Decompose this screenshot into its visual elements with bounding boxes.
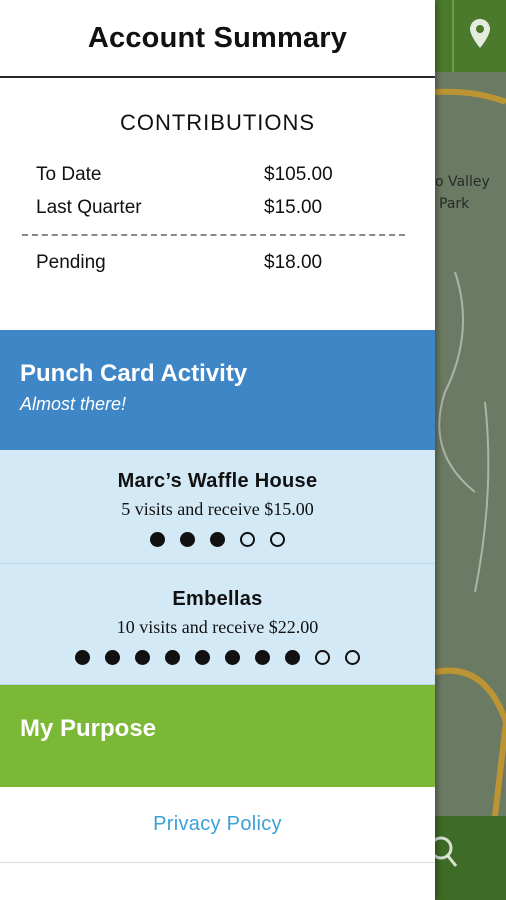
merchant-name: Embellas <box>172 588 263 610</box>
privacy-policy-link[interactable]: Privacy Policy <box>153 813 282 836</box>
visit-dot-empty <box>345 650 360 665</box>
drawer-header: Account Summary <box>0 0 435 78</box>
contribution-row-last-quarter: Last Quarter $15.00 <box>0 191 435 224</box>
reward-description: 5 visits and receive $15.00 <box>121 499 314 519</box>
visit-progress <box>0 532 435 547</box>
location-pin-icon[interactable] <box>469 18 491 55</box>
map-label: o Valley <box>435 174 490 190</box>
page-title: Account Summary <box>87 21 348 54</box>
contribution-value: $105.00 <box>264 163 333 185</box>
punch-card-item[interactable]: Marc’s Waffle House 5 visits and receive… <box>0 450 435 564</box>
visit-dot-filled <box>75 650 90 665</box>
toolbar-divider <box>452 0 454 72</box>
contribution-row-pending: Pending $18.00 <box>0 246 435 279</box>
visit-dot-filled <box>150 532 165 547</box>
punch-card-subtitle: Almost there! <box>20 394 127 414</box>
privacy-policy-row: Privacy Policy <box>0 787 435 863</box>
my-purpose-label: My Purpose <box>20 715 157 742</box>
visit-dot-empty <box>315 650 330 665</box>
visit-progress <box>0 650 435 665</box>
visit-dot-filled <box>285 650 300 665</box>
visit-dot-empty <box>270 532 285 547</box>
punch-card-item[interactable]: Embellas 10 visits and receive $22.00 <box>0 564 435 685</box>
visit-dot-filled <box>255 650 270 665</box>
pending-value: $18.00 <box>264 251 323 273</box>
map-label: Park <box>439 196 470 212</box>
map-bottom-bar <box>429 816 506 900</box>
contribution-label: To Date <box>36 163 102 185</box>
visit-dot-filled <box>210 532 225 547</box>
map-toolbar <box>435 0 506 72</box>
contribution-row-to-date: To Date $105.00 <box>0 158 435 191</box>
account-drawer: Account Summary CONTRIBUTIONS To Date $1… <box>0 0 435 900</box>
contribution-value: $15.00 <box>264 196 323 218</box>
visit-dot-filled <box>180 532 195 547</box>
visit-dot-empty <box>240 532 255 547</box>
visit-dot-filled <box>135 650 150 665</box>
dashed-divider <box>22 234 405 236</box>
punch-card-header[interactable]: Punch Card Activity Almost there! <box>0 330 435 450</box>
pending-label: Pending <box>36 251 106 273</box>
visit-dot-filled <box>105 650 120 665</box>
contributions-section: CONTRIBUTIONS To Date $105.00 Last Quart… <box>0 78 435 330</box>
visit-dot-filled <box>165 650 180 665</box>
map-view[interactable]: o Valley Park <box>435 72 506 816</box>
visit-dot-filled <box>225 650 240 665</box>
contribution-label: Last Quarter <box>36 196 142 218</box>
merchant-name: Marc’s Waffle House <box>117 470 318 492</box>
punch-card-title: Punch Card Activity <box>20 360 248 387</box>
visit-dot-filled <box>195 650 210 665</box>
reward-description: 10 visits and receive $22.00 <box>116 617 319 637</box>
contributions-heading: CONTRIBUTIONS <box>119 110 316 135</box>
my-purpose-item[interactable]: My Purpose <box>0 685 435 787</box>
